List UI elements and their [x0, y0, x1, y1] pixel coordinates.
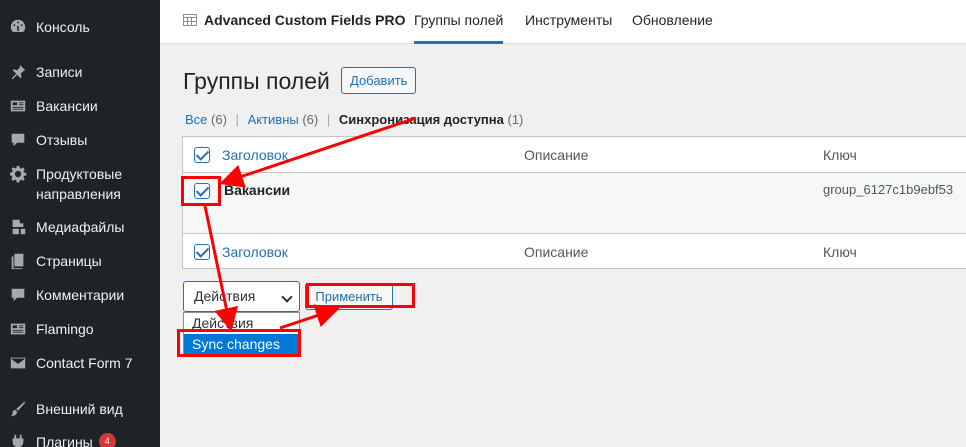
- apply-button[interactable]: Применить: [305, 283, 393, 310]
- sidebar-item-label: Консоль: [36, 19, 90, 35]
- plugin-icon: [0, 432, 36, 447]
- bulk-actions-select[interactable]: Действия: [183, 281, 300, 312]
- sidebar-item-posts[interactable]: Записи: [0, 62, 160, 82]
- table-icon: [183, 14, 197, 26]
- sidebar-item-console[interactable]: Консоль: [0, 17, 160, 37]
- update-count-badge: 4: [98, 433, 116, 447]
- sidebar-item-vacancies[interactable]: Вакансии: [0, 96, 160, 116]
- row-checkbox[interactable]: [194, 183, 210, 199]
- sidebar-item-product-directions[interactable]: Продуктовые направления: [0, 164, 160, 204]
- sidebar-item-label: Комментарии: [36, 287, 125, 303]
- table-header-row: Заголовок Описание Ключ: [183, 137, 966, 173]
- sidebar-item-label: Contact Form 7: [36, 355, 133, 371]
- row-key: group_6127c1b9ebf53: [823, 182, 954, 197]
- sidebar-item-media[interactable]: Медиафайлы: [0, 217, 160, 237]
- filter-active-count: (6): [302, 112, 319, 127]
- bulk-actions-dropdown: Действия Sync changes: [183, 312, 300, 356]
- pages-icon: [0, 251, 36, 270]
- comment-icon: [0, 130, 36, 149]
- page-title: Группы полей: [183, 68, 330, 94]
- acf-brand: Advanced Custom Fields PRO: [182, 12, 405, 28]
- sidebar-item-plugins[interactable]: Плагины 4: [0, 432, 160, 447]
- dropdown-option-actions[interactable]: Действия: [184, 313, 299, 334]
- column-description-header: Описание: [524, 147, 589, 163]
- column-title-footer[interactable]: Заголовок: [222, 244, 288, 260]
- brand-title: Advanced Custom Fields PRO: [204, 12, 406, 28]
- filter-sync-link[interactable]: Синхронизация доступна: [339, 112, 504, 127]
- sidebar-item-reviews[interactable]: Отзывы: [0, 130, 160, 150]
- filter-separator: |: [235, 112, 239, 127]
- table-row: Вакансии group_6127c1b9ebf53: [183, 173, 966, 234]
- sidebar-item-label: Плагины: [36, 434, 93, 447]
- sidebar-item-contact-form-7[interactable]: Contact Form 7: [0, 353, 160, 373]
- column-title-header[interactable]: Заголовок: [222, 147, 288, 163]
- tab-field-groups[interactable]: Группы полей: [414, 12, 504, 44]
- sidebar-item-label: Страницы: [36, 253, 102, 269]
- sidebar-item-label: Записи: [36, 64, 83, 80]
- tab-tools[interactable]: Инструменты: [525, 12, 612, 28]
- admin-sidebar: Консоль Записи Вакансии Отзывы Продуктов…: [0, 0, 160, 447]
- status-filter-links: Все (6) | Активны (6) | Синхронизация до…: [185, 112, 523, 127]
- comment-icon: [0, 285, 36, 304]
- filter-separator: |: [326, 112, 331, 127]
- sidebar-item-label: Вакансии: [36, 98, 98, 114]
- filter-all-link[interactable]: Все: [185, 112, 207, 127]
- sidebar-item-label: Отзывы: [36, 132, 88, 148]
- add-field-group-button[interactable]: Добавить: [341, 67, 417, 94]
- sidebar-item-label: Внешний вид: [36, 401, 123, 417]
- sidebar-item-label: Flamingo: [36, 321, 94, 337]
- filter-sync-count: (1): [507, 112, 524, 127]
- sidebar-item-pages[interactable]: Страницы: [0, 251, 160, 271]
- sidebar-item-comments[interactable]: Комментарии: [0, 285, 160, 305]
- media-icon: [0, 217, 36, 236]
- column-key-footer: Ключ: [823, 244, 857, 260]
- filter-all-count: (6): [211, 112, 227, 127]
- dashboard-icon: [0, 17, 36, 36]
- sidebar-item-label: Медиафайлы: [36, 219, 125, 235]
- brush-icon: [0, 399, 36, 418]
- gear-icon: [0, 164, 36, 183]
- acf-top-nav: Advanced Custom Fields PRO Группы полей …: [160, 0, 966, 44]
- dropdown-option-sync-changes[interactable]: Sync changes: [184, 334, 299, 355]
- field-groups-table: Заголовок Описание Ключ Вакансии group_6…: [182, 136, 966, 269]
- sidebar-item-appearance[interactable]: Внешний вид: [0, 399, 160, 419]
- mail-icon: [0, 353, 36, 372]
- sidebar-item-label: Продуктовые направления: [36, 166, 123, 202]
- id-card-icon: [0, 96, 36, 115]
- table-footer-row: Заголовок Описание Ключ: [183, 234, 966, 270]
- id-card-icon: [0, 319, 36, 338]
- column-key-header: Ключ: [823, 147, 857, 163]
- tab-updates[interactable]: Обновление: [632, 12, 713, 28]
- select-all-checkbox[interactable]: [194, 147, 210, 163]
- filter-active-link[interactable]: Активны: [248, 112, 299, 127]
- column-description-footer: Описание: [524, 244, 589, 260]
- select-all-checkbox-footer[interactable]: [194, 244, 210, 260]
- bulk-actions-value: Действия: [194, 288, 256, 304]
- sidebar-item-flamingo[interactable]: Flamingo: [0, 319, 160, 339]
- pin-icon: [0, 62, 36, 81]
- chevron-down-icon: [281, 291, 293, 303]
- row-title[interactable]: Вакансии: [224, 182, 290, 198]
